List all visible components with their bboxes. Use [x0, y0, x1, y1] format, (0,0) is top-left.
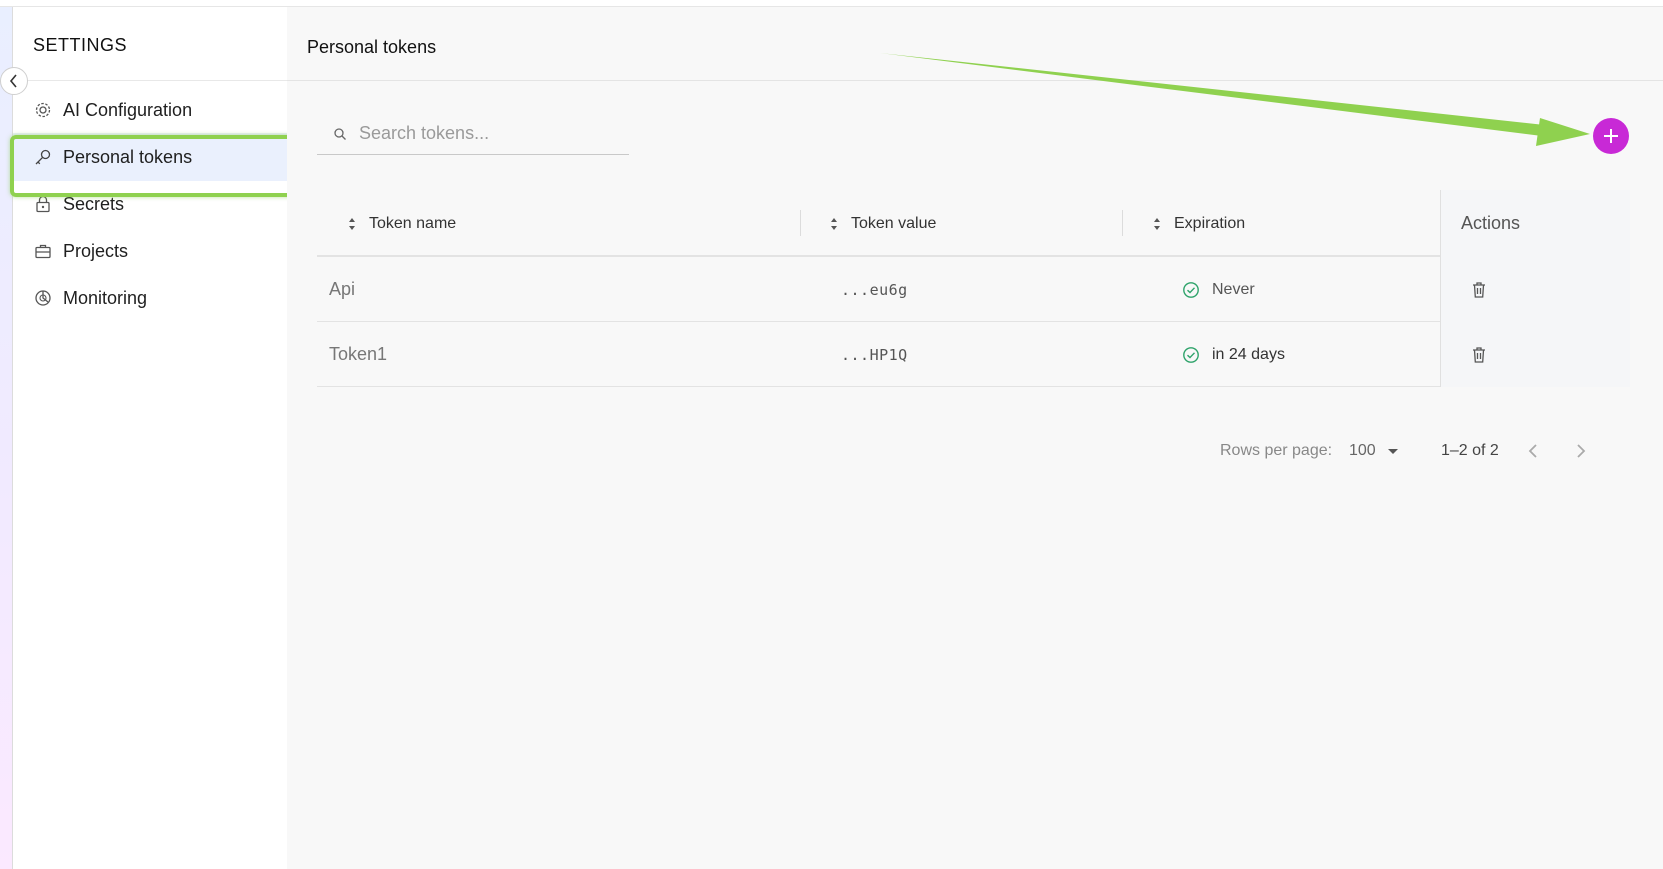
rows-per-page-value: 100: [1349, 442, 1376, 459]
actions-cell: [1440, 322, 1630, 387]
delete-token-button[interactable]: [1471, 346, 1487, 364]
column-header-label: Actions: [1461, 213, 1521, 233]
next-page-button[interactable]: [1575, 431, 1587, 471]
expiration-cell: Never: [1182, 257, 1255, 322]
actions-cell: [1440, 257, 1630, 322]
column-header-token-name[interactable]: Token name: [347, 190, 456, 257]
sidebar-item-label: Monitoring: [63, 287, 148, 308]
search-field[interactable]: [317, 113, 629, 155]
token-name-cell: Token1: [329, 344, 388, 364]
token-name-cell: Api: [329, 279, 356, 299]
briefcase-icon: [33, 241, 53, 261]
sort-icon: [1152, 216, 1162, 232]
table-row: Api ...eu6g Never: [317, 257, 1630, 322]
expiration-cell: in 24 days: [1182, 322, 1285, 387]
token-value-cell: ...HP1Q: [841, 345, 908, 364]
column-header-label: Expiration: [1174, 214, 1246, 232]
plus-icon: [1604, 129, 1618, 143]
sidebar-divider: [13, 80, 287, 81]
sidebar-title: SETTINGS: [33, 35, 128, 55]
previous-page-button[interactable]: [1527, 431, 1539, 471]
search-input[interactable]: [359, 123, 619, 144]
sidebar-item-projects[interactable]: Projects: [13, 227, 287, 275]
pagination-bar: Rows per page: 100 1–2 of 2: [287, 431, 1663, 471]
sidebar-item-label: Projects: [63, 240, 129, 261]
lock-icon: [33, 194, 53, 214]
column-header-token-value[interactable]: Token value: [829, 190, 936, 257]
column-header-actions: Actions: [1440, 190, 1630, 257]
table-header: Token name Token value Expiration Action…: [317, 190, 1630, 257]
delete-token-button[interactable]: [1471, 281, 1487, 299]
caret-down-icon: [1387, 449, 1398, 454]
check-circle-icon: [1182, 346, 1200, 364]
column-divider: [800, 210, 801, 236]
gear-icon: [33, 100, 53, 120]
token-value-cell: ...eu6g: [841, 280, 908, 299]
column-header-label: Token value: [851, 214, 937, 232]
column-header-expiration[interactable]: Expiration: [1152, 190, 1245, 257]
chevron-right-icon: [1577, 444, 1586, 458]
window-top-border: [0, 0, 1663, 7]
rows-per-page-select[interactable]: 100: [1349, 431, 1400, 471]
add-token-button[interactable]: [1593, 118, 1629, 154]
monitoring-icon: [33, 288, 53, 308]
column-header-label: Token name: [369, 214, 457, 232]
search-icon: [334, 127, 346, 140]
sidebar-item-monitoring[interactable]: Monitoring: [13, 274, 287, 322]
trash-icon: [1473, 346, 1485, 363]
sidebar-item-label: AI Configuration: [63, 99, 193, 120]
tokens-table: Token name Token value Expiration Action…: [317, 190, 1630, 387]
page-title: Personal tokens: [307, 37, 437, 57]
annotation-highlight-box: [10, 135, 300, 197]
sort-icon: [829, 216, 839, 232]
expiration-text: in 24 days: [1212, 345, 1285, 363]
sort-icon: [347, 216, 357, 232]
sidebar-item-ai-configuration[interactable]: AI Configuration: [13, 86, 287, 134]
trash-icon: [1473, 281, 1485, 298]
column-divider: [1122, 210, 1123, 236]
main-header: Personal tokens: [287, 7, 1663, 81]
pagination-range: 1–2 of 2: [1441, 442, 1499, 459]
check-circle-icon: [1182, 281, 1200, 299]
expiration-text: Never: [1212, 280, 1255, 298]
rows-per-page-label: Rows per page:: [1220, 442, 1333, 459]
main-content: Personal tokens Token name Token value E…: [287, 7, 1663, 869]
chevron-left-icon: [1528, 444, 1537, 458]
table-row: Token1 ...HP1Q in 24 days: [317, 322, 1630, 387]
